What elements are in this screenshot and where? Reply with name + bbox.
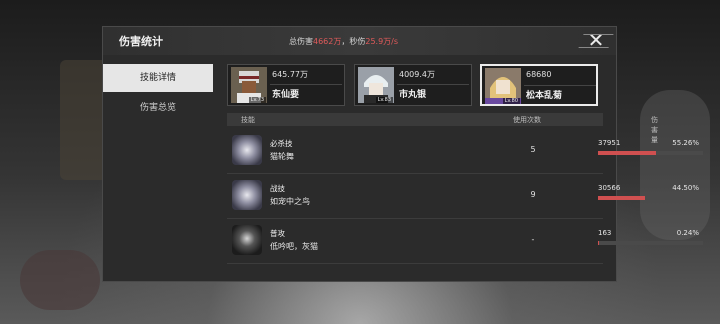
column-header-uses: 使用次数	[513, 116, 541, 124]
column-header-skill: 技能	[241, 116, 255, 124]
hero-card[interactable]: Lv.73 645.77万 东仙要	[227, 64, 345, 106]
skill-table-header: 技能 使用次数 伤害量	[227, 113, 658, 144]
panel-title: 伤害统计	[119, 35, 163, 48]
column-header-damage: 伤害量	[651, 116, 658, 144]
skill-damage: 37951	[598, 139, 621, 147]
hero-level: Lv.73	[248, 97, 266, 103]
skill-type: 必杀技	[270, 139, 293, 148]
skill-name: 低吟吧，灰猫	[270, 242, 318, 251]
background-figure	[640, 90, 710, 240]
skill-name: 如宠中之鸟	[270, 197, 310, 206]
hero-level: Lv.83	[375, 97, 393, 103]
hero-card[interactable]: Lv.83 4009.4万 市丸银	[354, 64, 472, 106]
skill-damage-percent: 0.24%	[676, 229, 699, 237]
hero-portrait: Lv.80	[485, 68, 521, 104]
divider	[397, 84, 469, 85]
dps-value: 25.9万/s	[365, 37, 399, 46]
table-row: 战技 如宠中之鸟 9 30566 44.50%	[227, 174, 703, 219]
close-button[interactable]: ✕	[583, 29, 609, 51]
tab-damage-overview[interactable]: 伤害总览	[103, 94, 213, 122]
skill-icon	[232, 180, 262, 210]
hero-name: 市丸银	[399, 90, 427, 100]
skill-type: 战技	[270, 184, 285, 193]
hero-damage: 645.77万	[272, 70, 308, 79]
table-row: 必杀技 猫轮舞 5 37951 55.26%	[227, 129, 703, 174]
skill-damage: 30566	[598, 184, 621, 192]
hero-card-selected[interactable]: Lv.80 68680 松本乱菊	[480, 64, 598, 106]
damage-summary: 总伤害4662万，秒伤25.9万/s	[289, 36, 398, 47]
skill-uses: 5	[530, 145, 536, 154]
table-row: 普攻 低吟吧，灰猫 - 163 0.24%	[227, 219, 703, 264]
total-damage-label: 总伤害	[289, 37, 313, 46]
total-damage-value: 4662万	[313, 37, 342, 46]
hero-damage: 68680	[526, 70, 552, 79]
divider	[270, 84, 342, 85]
hero-name: 东仙要	[272, 90, 300, 100]
panel-header: 伤害统计 总伤害4662万，秒伤25.9万/s ✕	[103, 27, 616, 55]
hero-portrait: Lv.73	[231, 67, 267, 103]
damage-bar	[598, 241, 703, 245]
close-icon: ✕	[587, 28, 605, 52]
divider	[524, 85, 596, 86]
hero-name: 松本乱菊	[526, 91, 563, 101]
skill-type: 普攻	[270, 229, 285, 238]
damage-bar-fill	[598, 151, 657, 155]
skill-damage-percent: 55.26%	[672, 139, 699, 147]
skill-icon	[232, 135, 262, 165]
hero-damage: 4009.4万	[399, 70, 435, 79]
hero-list: Lv.73 645.77万 东仙要 Lv.83 4009.4万 市丸银 Lv.8…	[227, 64, 607, 108]
damage-stats-panel: 伤害统计 总伤害4662万，秒伤25.9万/s ✕ 技能详情 伤害总览 Lv.7…	[102, 26, 703, 282]
skill-name: 猫轮舞	[270, 152, 294, 161]
skill-uses: 9	[530, 190, 536, 199]
hero-level: Lv.80	[502, 98, 520, 104]
damage-bar	[598, 151, 703, 155]
skill-damage-percent: 44.50%	[672, 184, 699, 192]
damage-bar-fill	[598, 196, 645, 200]
damage-bar	[598, 196, 703, 200]
skill-uses: -	[531, 235, 535, 244]
dps-label: ，秒伤	[341, 37, 366, 46]
skill-icon	[232, 225, 262, 255]
sidebar: 技能详情 伤害总览	[103, 64, 213, 282]
background-figure	[20, 250, 100, 310]
skill-damage: 163	[598, 229, 612, 237]
tab-skill-details[interactable]: 技能详情	[103, 64, 213, 92]
hero-portrait: Lv.83	[358, 67, 394, 103]
